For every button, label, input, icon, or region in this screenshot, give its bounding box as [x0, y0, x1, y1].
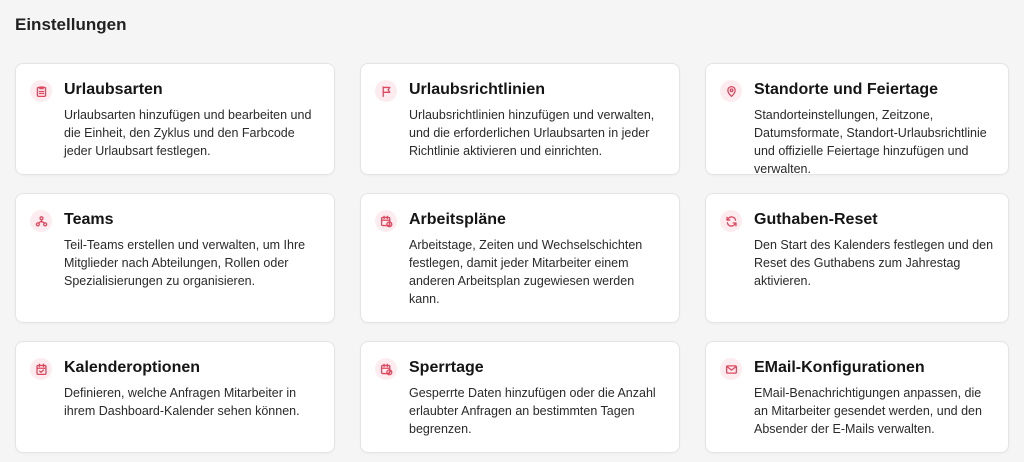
card-urlaubsrichtlinien[interactable]: Urlaubsrichtlinien Urlaubsrichtlinien hi…	[360, 63, 680, 175]
card-title: Kalenderoptionen	[64, 359, 201, 376]
team-hierarchy-icon	[30, 210, 52, 232]
card-title: Arbeitspläne	[409, 211, 506, 228]
page-title: Einstellungen	[15, 15, 127, 34]
settings-page: Einstellungen Urlaubsarten Urlaubsarten …	[0, 0, 1024, 462]
card-title: Standorte und Feiertage	[754, 81, 939, 98]
card-kalenderoptionen[interactable]: Kalenderoptionen Definieren, welche Anfr…	[15, 341, 335, 453]
mail-icon	[720, 358, 742, 380]
card-description: Urlaubsrichtlinien hinzufügen und verwal…	[409, 108, 655, 158]
card-title: Teams	[64, 211, 114, 228]
card-title: Guthaben-Reset	[754, 211, 878, 228]
card-description: Teil-Teams erstellen und verwalten, um I…	[64, 238, 306, 288]
card-title: Urlaubsrichtlinien	[409, 81, 546, 98]
card-description: Standorteinstellungen, Zeitzone, Datumsf…	[754, 108, 987, 176]
card-description: Urlaubsarten hinzufügen und bearbeiten u…	[64, 108, 312, 158]
calendar-block-icon	[375, 358, 397, 380]
card-arbeitsplaene[interactable]: Arbeitspläne Arbeitstage, Zeiten und Wec…	[360, 193, 680, 323]
card-description: Gesperrte Daten hinzufügen oder die Anza…	[409, 386, 656, 436]
card-description: Definieren, welche Anfragen Mitarbeiter …	[64, 386, 300, 418]
card-email-konfigurationen[interactable]: EMail-Konfigurationen EMail-Benachrichti…	[705, 341, 1009, 453]
card-sperrtage[interactable]: Sperrtage Gesperrte Daten hinzufügen ode…	[360, 341, 680, 453]
card-title: Urlaubsarten	[64, 81, 163, 98]
calendar-clock-icon	[375, 210, 397, 232]
refresh-icon	[720, 210, 742, 232]
calendar-check-icon	[30, 358, 52, 380]
card-guthaben-reset[interactable]: Guthaben-Reset Den Start des Kalenders f…	[705, 193, 1009, 323]
card-standorte-feiertage[interactable]: Standorte und Feiertage Standorteinstell…	[705, 63, 1009, 176]
clipboard-list-icon	[30, 80, 52, 102]
card-description: Den Start des Kalenders festlegen und de…	[754, 238, 994, 288]
card-urlaubsarten[interactable]: Urlaubsarten Urlaubsarten hinzufügen und…	[15, 63, 335, 175]
card-description: Arbeitstage, Zeiten und Wechselschichten…	[409, 238, 643, 306]
flag-icon	[375, 80, 397, 102]
settings-grid: Urlaubsarten Urlaubsarten hinzufügen und…	[15, 63, 1009, 453]
card-description: EMail-Benachrichtigungen anpassen, die a…	[754, 386, 982, 436]
card-title: EMail-Konfigurationen	[754, 359, 925, 376]
map-pin-icon	[720, 80, 742, 102]
card-teams[interactable]: Teams Teil-Teams erstellen und verwalten…	[15, 193, 335, 323]
card-title: Sperrtage	[409, 359, 484, 376]
